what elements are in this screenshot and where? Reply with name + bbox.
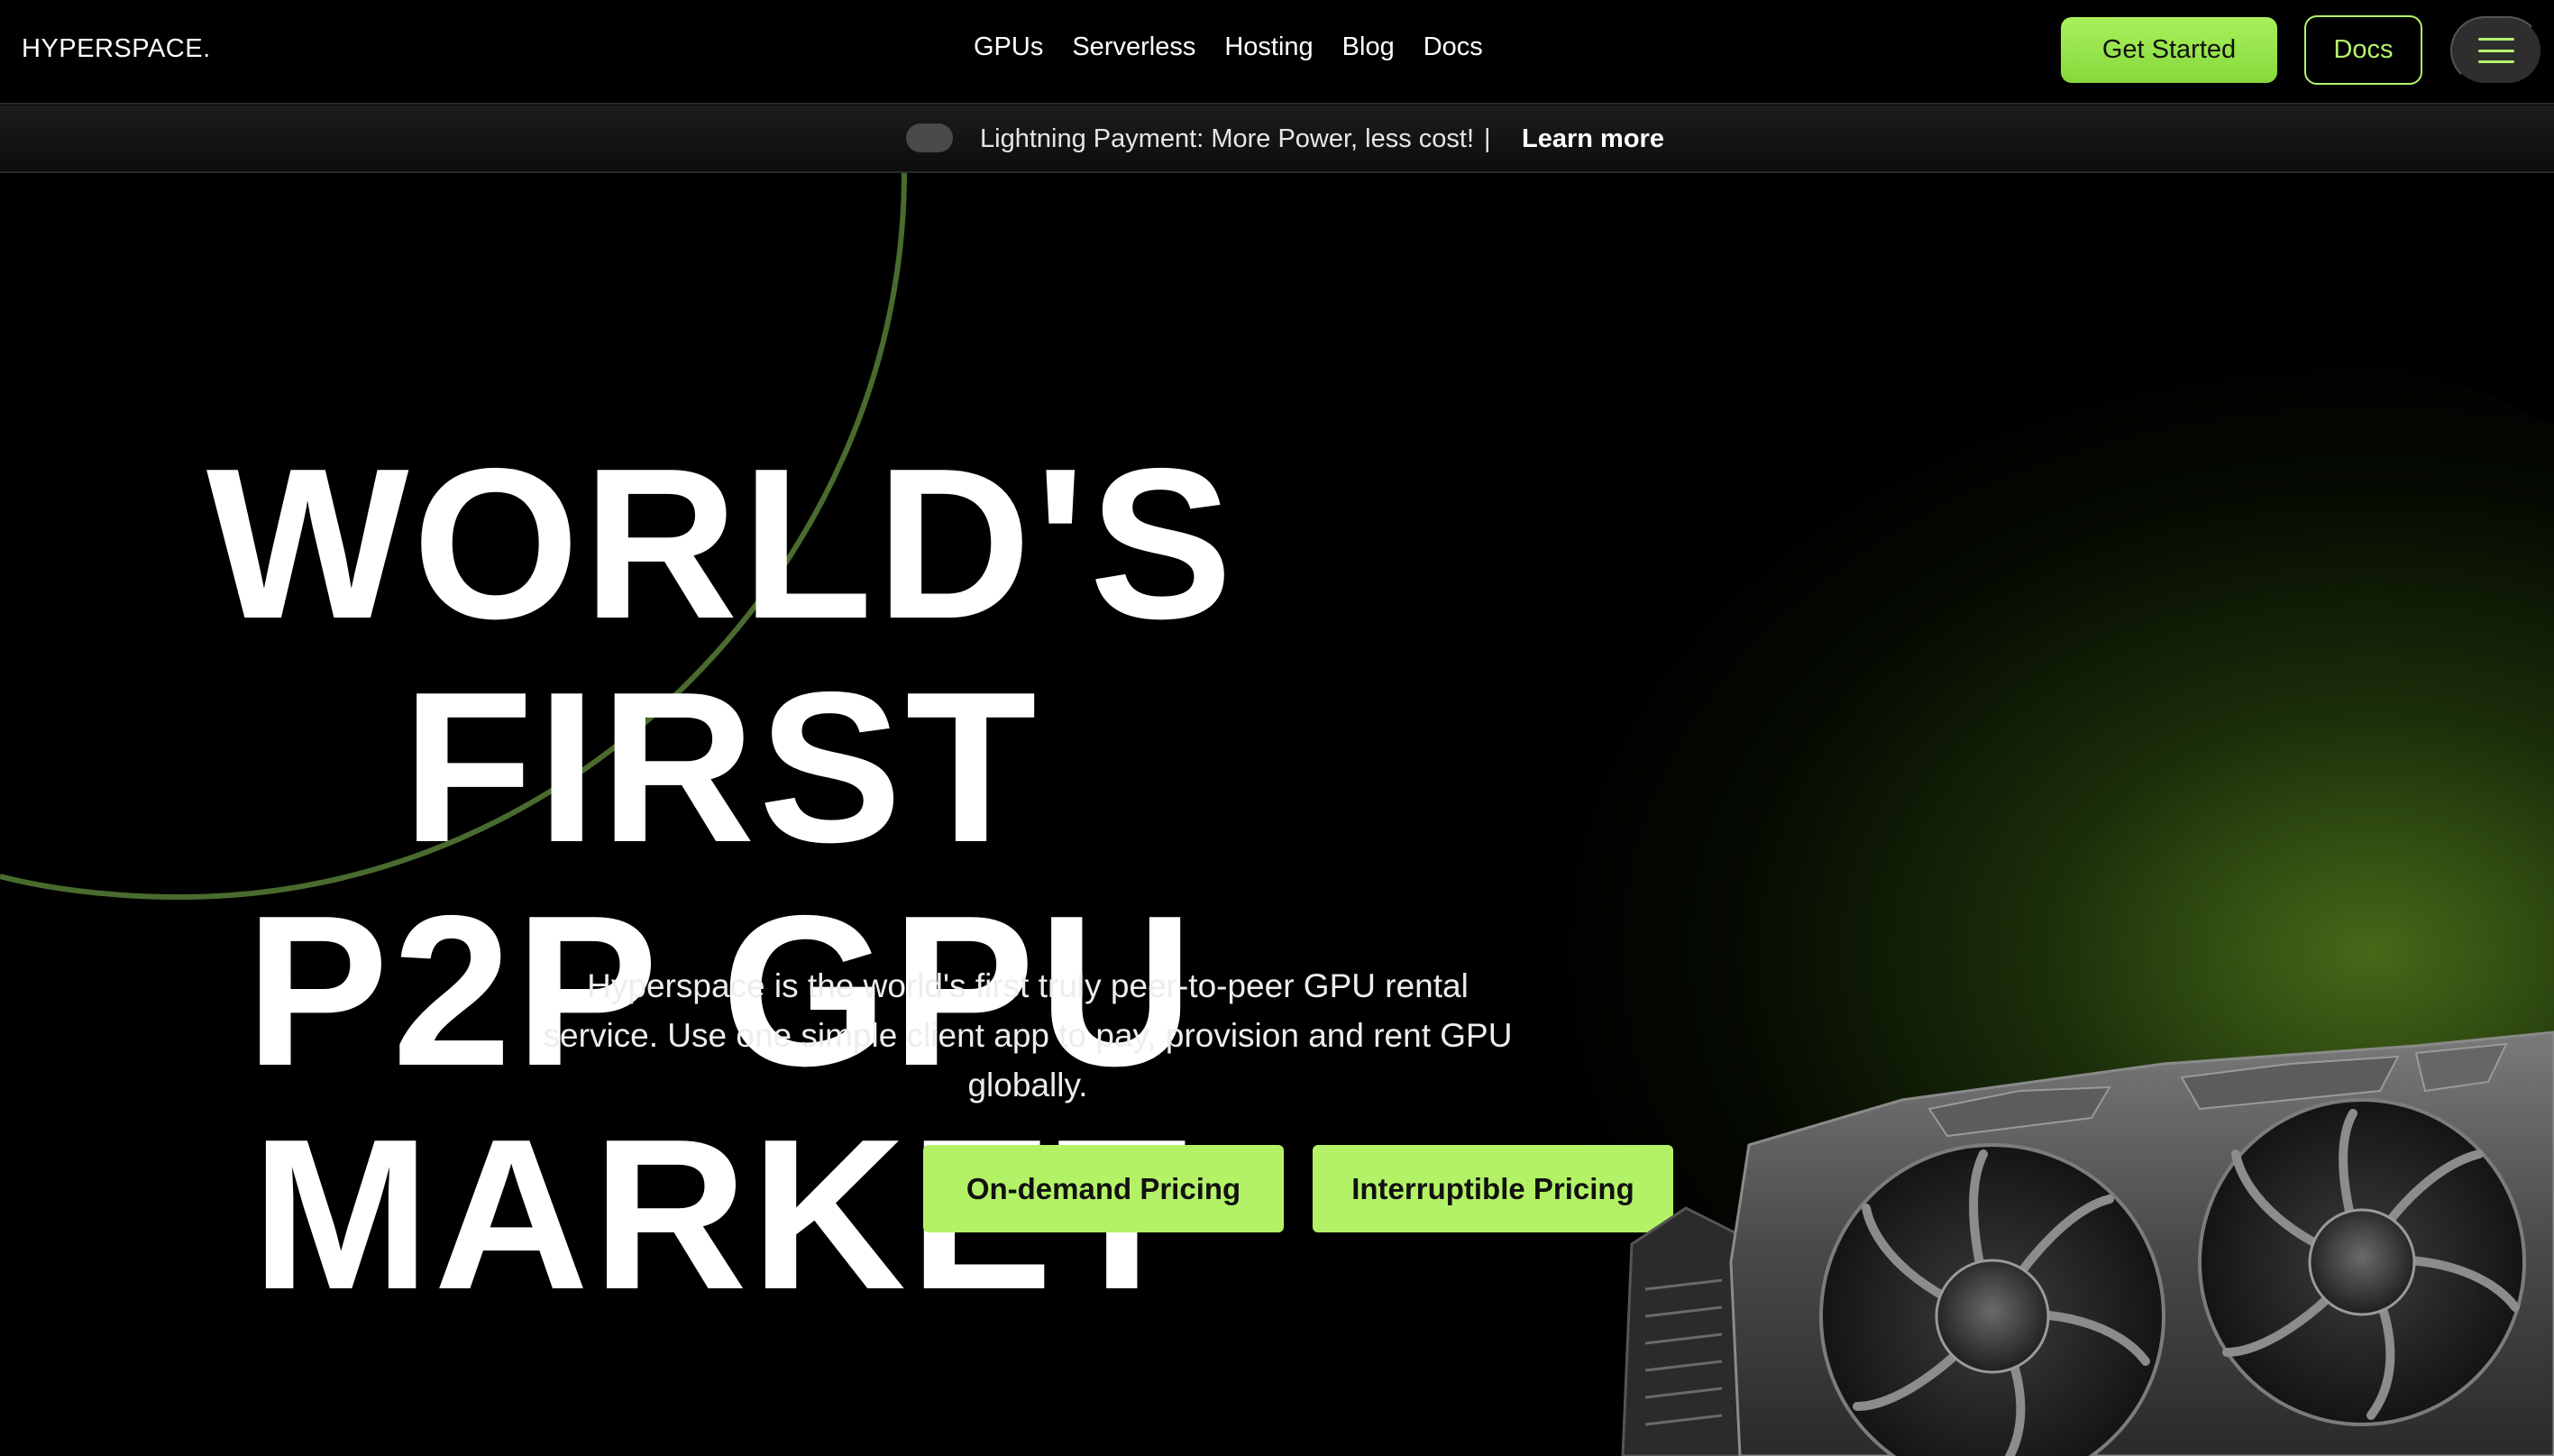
gpu-card-image bbox=[1621, 1030, 2554, 1456]
get-started-button[interactable]: Get Started bbox=[2061, 17, 2277, 83]
hero-description: Hyperspace is the world's first truly pe… bbox=[543, 967, 1513, 1103]
on-demand-pricing-button[interactable]: On-demand Pricing bbox=[923, 1145, 1284, 1232]
nav-link-gpus[interactable]: GPUs bbox=[974, 32, 1043, 62]
menu-button[interactable] bbox=[2450, 16, 2542, 85]
announcement-separator: | bbox=[1484, 124, 1491, 153]
hamburger-icon bbox=[2478, 38, 2514, 63]
page: HYPERSPACE. GPUs Serverless Hosting Blog… bbox=[0, 0, 2554, 1456]
toggle-switch[interactable] bbox=[906, 124, 953, 152]
docs-button[interactable]: Docs bbox=[2304, 15, 2422, 85]
nav-link-hosting[interactable]: Hosting bbox=[1224, 32, 1313, 62]
logo[interactable]: HYPERSPACE. bbox=[22, 34, 211, 64]
learn-more-link[interactable]: Learn more bbox=[1522, 124, 1664, 154]
top-navbar: HYPERSPACE. GPUs Serverless Hosting Blog… bbox=[0, 0, 2554, 105]
nav-link-serverless[interactable]: Serverless bbox=[1072, 32, 1195, 62]
nav-link-blog[interactable]: Blog bbox=[1342, 32, 1395, 62]
hero-title-line-1: WORLD'S FIRST bbox=[206, 425, 1237, 887]
nav-links: GPUs Serverless Hosting Blog Docs bbox=[974, 32, 1483, 62]
announcement-bar: Lightning Payment: More Power, less cost… bbox=[0, 105, 2554, 173]
nav-link-docs[interactable]: Docs bbox=[1423, 32, 1483, 62]
announcement-text: Lightning Payment: More Power, less cost… bbox=[980, 124, 1475, 153]
